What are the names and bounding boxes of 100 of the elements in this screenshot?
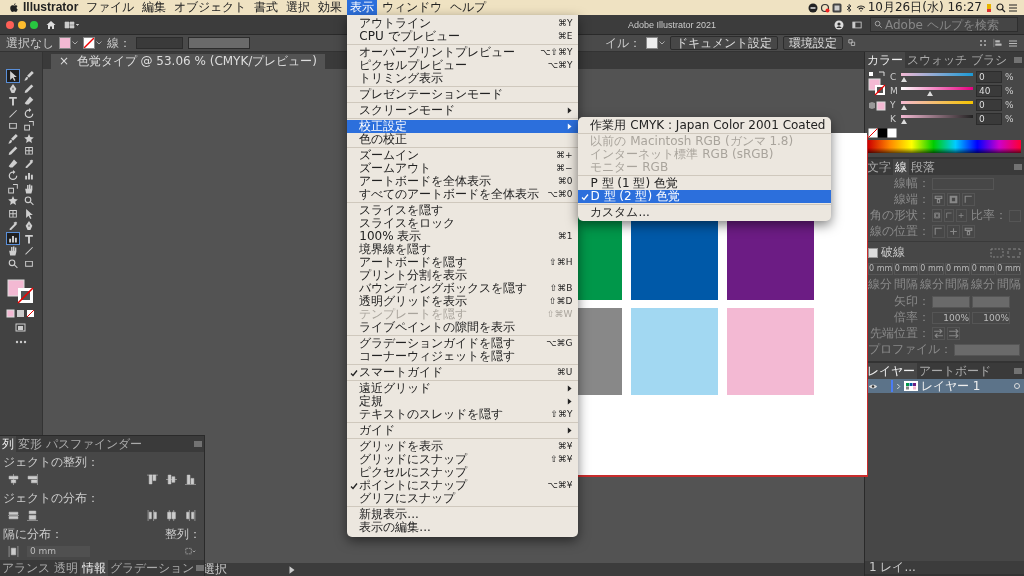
default-swatches-icon[interactable] bbox=[868, 128, 898, 138]
user-account-icon[interactable] bbox=[834, 19, 844, 30]
play-icon[interactable] bbox=[287, 564, 297, 575]
menu-bar-item[interactable]: 書式 bbox=[251, 0, 282, 15]
panel-tab[interactable]: パスファインダー bbox=[44, 436, 144, 452]
panel-tab[interactable]: 透明 bbox=[52, 560, 80, 576]
slider-thumb-icon[interactable] bbox=[901, 76, 907, 82]
target-circle-icon[interactable] bbox=[1013, 382, 1021, 390]
slider-thumb-icon[interactable] bbox=[901, 104, 907, 110]
menu-item[interactable]: 表示の編集... bbox=[347, 521, 579, 534]
menu-item[interactable]: バウンディングボックスを隠す ⇧⌘B bbox=[347, 282, 579, 295]
menu-item[interactable]: CPU でプレビュー ⌘E bbox=[347, 30, 579, 43]
menu-item[interactable]: アートボードを隠す ⇧⌘H bbox=[347, 256, 579, 269]
menu-item[interactable]: 透明グリッドを表示 ⇧⌘D bbox=[347, 295, 579, 308]
caret-icon[interactable] bbox=[96, 41, 102, 45]
panel-tab[interactable]: ブラシ bbox=[969, 52, 1009, 68]
eyedropper-icon[interactable] bbox=[7, 220, 19, 232]
slider-thumb-icon[interactable] bbox=[927, 90, 934, 96]
apple-logo-icon[interactable] bbox=[10, 2, 18, 13]
menu-bar-item[interactable]: オブジェクト bbox=[171, 0, 250, 15]
hand-icon[interactable] bbox=[7, 245, 19, 257]
menu-bar-item[interactable]: 効果 bbox=[315, 0, 346, 15]
menu-item[interactable]: ズームイン ⌘+ bbox=[347, 149, 579, 162]
menu-item[interactable]: カスタム... bbox=[578, 206, 832, 219]
menu-item[interactable]: スマートガイド ⌘U bbox=[347, 366, 579, 379]
color-swatch-icon[interactable] bbox=[868, 101, 886, 111]
menu-item[interactable]: スライスをロック bbox=[347, 217, 579, 230]
menu-item[interactable]: ピクセルプレビュー ⌥⌘Y bbox=[347, 59, 579, 72]
menu-item[interactable]: ライブペイントの隙間を表示 bbox=[347, 321, 579, 334]
menu-item[interactable]: 作業用 CMYK : Japan Color 2001 Coated bbox=[578, 119, 832, 132]
fill-stroke-icon[interactable] bbox=[7, 279, 35, 305]
align-right-icon[interactable] bbox=[27, 474, 38, 485]
menu-item[interactable]: テキストのスレッドを隠す ⇧⌘Y bbox=[347, 408, 579, 421]
caret-icon[interactable] bbox=[72, 41, 78, 45]
menu-bar-item[interactable]: 編集 bbox=[139, 0, 170, 15]
workspace-layout-icon[interactable] bbox=[64, 19, 80, 30]
eraser-icon[interactable] bbox=[7, 157, 19, 169]
menu-bar-clock[interactable]: 10月26日(水) 16:27 bbox=[867, 0, 982, 15]
channel-value-field[interactable]: 40 bbox=[976, 85, 1002, 97]
status-circle-icon[interactable] bbox=[807, 2, 818, 13]
panel-tab[interactable]: レイヤー bbox=[865, 363, 917, 379]
scale-icon[interactable] bbox=[23, 120, 35, 132]
line-icon[interactable] bbox=[23, 245, 35, 257]
pen-icon[interactable] bbox=[7, 82, 19, 94]
distribute-hcenter-icon[interactable] bbox=[166, 510, 177, 521]
menu-item[interactable]: プリント分割を表示 bbox=[347, 269, 579, 282]
pen-icon[interactable] bbox=[23, 220, 35, 232]
hand-icon[interactable] bbox=[23, 182, 35, 194]
menu-item[interactable]: 遠近グリッド bbox=[347, 382, 579, 395]
menu-item[interactable]: 境界線を隠す bbox=[347, 243, 579, 256]
grid-icon[interactable] bbox=[23, 145, 35, 157]
menu-icon[interactable] bbox=[1008, 38, 1018, 48]
menu-item[interactable]: アートボードを全体表示 ⌘0 bbox=[347, 175, 579, 188]
rotate-icon[interactable] bbox=[7, 170, 19, 182]
panel-tab[interactable]: 情報 bbox=[80, 560, 108, 576]
slider-thumb-icon[interactable] bbox=[901, 118, 907, 124]
battery-icon[interactable] bbox=[984, 2, 994, 13]
menu-item[interactable]: ガイド bbox=[347, 424, 579, 437]
eyedropper-icon[interactable] bbox=[23, 157, 35, 169]
zoom-icon[interactable] bbox=[7, 257, 19, 269]
menu-item[interactable]: ポイントにスナップ ⌥⌘¥ bbox=[347, 479, 579, 492]
menu-item[interactable]: グラデーションガイドを隠す ⌥⌘G bbox=[347, 337, 579, 350]
menu-item[interactable]: グリッドにスナップ ⇧⌘¥ bbox=[347, 453, 579, 466]
menu-bar-item[interactable]: 選択 bbox=[283, 0, 314, 15]
menu-item[interactable]: P 型 (1 型) 色覚 bbox=[578, 177, 832, 190]
align-center-icon[interactable] bbox=[8, 474, 19, 485]
home-icon[interactable] bbox=[46, 19, 56, 30]
brush-icon[interactable] bbox=[7, 132, 19, 144]
panel-tab[interactable]: カラー bbox=[865, 52, 905, 68]
menu-bar-item[interactable]: ウィンドウ bbox=[379, 0, 446, 15]
chart-icon[interactable] bbox=[23, 170, 35, 182]
panel-tab[interactable]: グラデーション bbox=[108, 560, 196, 576]
menu-item[interactable]: スクリーンモード bbox=[347, 104, 579, 117]
align-top-icon[interactable] bbox=[147, 474, 158, 485]
caret-icon[interactable] bbox=[659, 41, 665, 45]
chart-icon[interactable] bbox=[7, 232, 19, 244]
menu-item[interactable]: 校正設定 bbox=[347, 120, 579, 133]
distribute-left-icon[interactable] bbox=[147, 510, 158, 521]
color-spectrum-bar[interactable] bbox=[868, 140, 1021, 153]
distribute-bottom-icon[interactable] bbox=[27, 510, 38, 521]
arrange-icon[interactable] bbox=[848, 38, 858, 48]
graphic-style-dropdown[interactable] bbox=[646, 37, 665, 49]
channel-value-field[interactable]: 0 bbox=[976, 99, 1002, 111]
panel-layout-icon[interactable] bbox=[852, 19, 862, 30]
record-icon[interactable] bbox=[819, 2, 830, 13]
menu-bar-item[interactable]: ファイル bbox=[83, 0, 138, 15]
menu-item[interactable]: 定規 bbox=[347, 395, 579, 408]
eraser-icon[interactable] bbox=[23, 95, 35, 107]
color-slider[interactable] bbox=[901, 114, 973, 124]
scale-icon[interactable] bbox=[7, 182, 19, 194]
channel-value-field[interactable]: 0 bbox=[976, 71, 1002, 83]
control-bar-button[interactable]: 環境設定 bbox=[783, 36, 843, 50]
stroke-weight-field[interactable] bbox=[136, 37, 183, 49]
arrow-icon[interactable] bbox=[7, 70, 19, 82]
distribute-center-icon[interactable] bbox=[8, 510, 19, 521]
line-icon[interactable] bbox=[7, 107, 19, 119]
color-slider[interactable] bbox=[901, 72, 973, 82]
app-menu[interactable]: Illustrator bbox=[20, 0, 82, 15]
layer-row[interactable]: レイヤー 1 bbox=[865, 379, 1024, 393]
menu-item[interactable]: スライスを隠す bbox=[347, 204, 579, 217]
